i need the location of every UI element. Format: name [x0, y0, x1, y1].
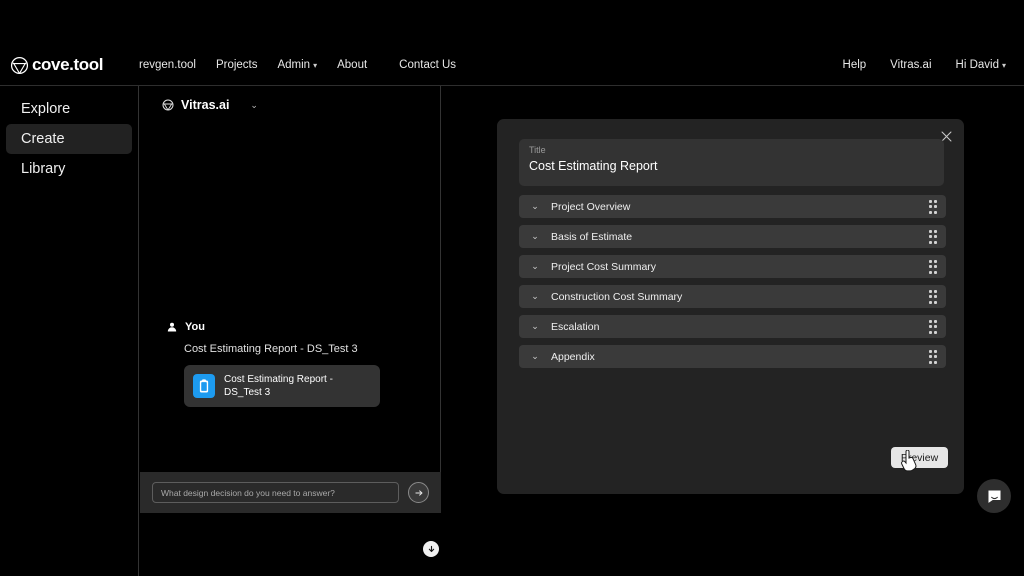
section-label: Appendix [551, 350, 595, 363]
drag-handle-icon[interactable] [920, 289, 946, 304]
scroll-to-bottom-button[interactable] [423, 541, 439, 557]
sidebar-item-library-label: Library [21, 161, 66, 177]
sidebar-item-create-label: Create [21, 131, 65, 147]
message-author-row: You [140, 321, 441, 333]
nav-link-admin[interactable]: Admin ▾ [267, 53, 327, 77]
left-sidebar: Explore Create Library [0, 86, 139, 576]
chevron-down-icon[interactable]: ⌄ [519, 231, 551, 242]
arrow-right-icon [414, 489, 422, 496]
secondary-nav: Help Vitras.ai Hi David ▾ [831, 53, 1018, 77]
chevron-down-icon[interactable]: ⌄ [519, 201, 551, 212]
app-root: cove.tool revgen.tool Projects Admin ▾ Ab… [0, 0, 1024, 576]
drag-handle-icon[interactable] [920, 199, 946, 214]
chevron-down-icon[interactable]: ⌄ [519, 261, 551, 272]
nav-link-projects[interactable]: Projects [206, 53, 268, 77]
nav-link-contact-us-label: Contact Us [399, 59, 457, 71]
section-list: ⌄ Project Overview ⌄ Basis of Estimate ⌄… [519, 195, 946, 375]
chevron-down-icon[interactable]: ⌄ [250, 100, 258, 111]
message-text: Cost Estimating Report - DS_Test 3 [184, 343, 358, 355]
sidebar-item-create[interactable]: Create [6, 124, 132, 154]
nav-link-vitras[interactable]: Vitras.ai [878, 53, 943, 77]
brand-name: cove.tool [32, 55, 104, 74]
attachment-name: Cost Estimating Report - DS_Test 3 [224, 374, 333, 398]
top-navigation-bar: cove.tool revgen.tool Projects Admin ▾ Ab… [0, 45, 1024, 85]
section-label: Project Overview [551, 200, 631, 213]
vitras-logo-icon [162, 99, 174, 111]
message-attachment[interactable]: Cost Estimating Report - DS_Test 3 [184, 365, 380, 407]
nav-link-help-label: Help [842, 59, 867, 71]
chat-message-list: You Cost Estimating Report - DS_Test 3 C… [140, 321, 441, 407]
nav-link-projects-label: Projects [215, 59, 258, 71]
nav-link-about[interactable]: About [327, 53, 377, 77]
nav-link-about-label: About [337, 59, 368, 71]
section-row-appendix[interactable]: ⌄ Appendix [519, 345, 946, 368]
primary-nav: revgen.tool Projects Admin ▾ About Contac… [129, 53, 466, 77]
sidebar-item-explore[interactable]: Explore [6, 94, 132, 124]
section-label: Basis of Estimate [551, 230, 633, 243]
chevron-down-icon: ▾ [313, 61, 318, 70]
drag-handle-icon[interactable] [920, 259, 946, 274]
nav-link-contact-us[interactable]: Contact Us [389, 53, 466, 77]
chat-panel: Vitras.ai ⌄ You Cost Estimating Report -… [140, 86, 441, 557]
section-row-project-overview[interactable]: ⌄ Project Overview [519, 195, 946, 218]
title-field[interactable]: Title Cost Estimating Report [519, 139, 944, 186]
drag-handle-icon[interactable] [920, 349, 946, 364]
chevron-down-icon[interactable]: ⌄ [519, 321, 551, 332]
send-button[interactable] [408, 482, 429, 503]
section-row-escalation[interactable]: ⌄ Escalation [519, 315, 946, 338]
cove-logo-icon [10, 56, 29, 74]
nav-link-help[interactable]: Help [831, 53, 879, 77]
drag-handle-icon[interactable] [920, 229, 946, 244]
nav-link-admin-label: Admin [277, 59, 311, 71]
nav-link-revgen[interactable]: revgen.tool [129, 53, 206, 77]
section-label: Project Cost Summary [551, 260, 657, 273]
section-label: Escalation [551, 320, 600, 333]
chevron-down-icon: ▾ [1001, 61, 1006, 70]
nav-link-vitras-label: Vitras.ai [890, 59, 932, 71]
chat-panel-header[interactable]: Vitras.ai ⌄ [140, 86, 440, 112]
user-menu-label: Hi David [955, 59, 999, 71]
section-row-project-cost-summary[interactable]: ⌄ Project Cost Summary [519, 255, 946, 278]
sidebar-item-library[interactable]: Library [6, 154, 132, 184]
section-row-basis-of-estimate[interactable]: ⌄ Basis of Estimate [519, 225, 946, 248]
chevron-down-icon[interactable]: ⌄ [519, 291, 551, 302]
sidebar-item-explore-label: Explore [21, 101, 71, 117]
document-icon [193, 374, 215, 398]
search-input[interactable] [152, 482, 399, 503]
user-menu[interactable]: Hi David ▾ [944, 53, 1018, 77]
section-row-construction-cost-summary[interactable]: ⌄ Construction Cost Summary [519, 285, 946, 308]
preview-button[interactable]: Preview [891, 447, 948, 468]
title-field-label: Title [529, 145, 546, 155]
chat-panel-title: Vitras.ai [181, 98, 230, 112]
section-label: Construction Cost Summary [551, 290, 683, 303]
arrow-down-circle-icon [428, 545, 434, 552]
chat-launcher-button[interactable] [977, 479, 1011, 513]
title-field-value: Cost Estimating Report [529, 159, 658, 173]
nav-link-revgen-label: revgen.tool [139, 59, 196, 71]
brand-logo[interactable]: cove.tool [10, 55, 103, 75]
user-avatar-icon [167, 322, 177, 332]
chat-bubble-icon [987, 489, 1001, 503]
message-author: You [185, 321, 205, 333]
chevron-down-icon[interactable]: ⌄ [519, 351, 551, 362]
report-builder-modal: Title Cost Estimating Report ⌄ Project O… [497, 119, 964, 494]
drag-handle-icon[interactable] [920, 319, 946, 334]
chat-input-bar [140, 472, 441, 513]
